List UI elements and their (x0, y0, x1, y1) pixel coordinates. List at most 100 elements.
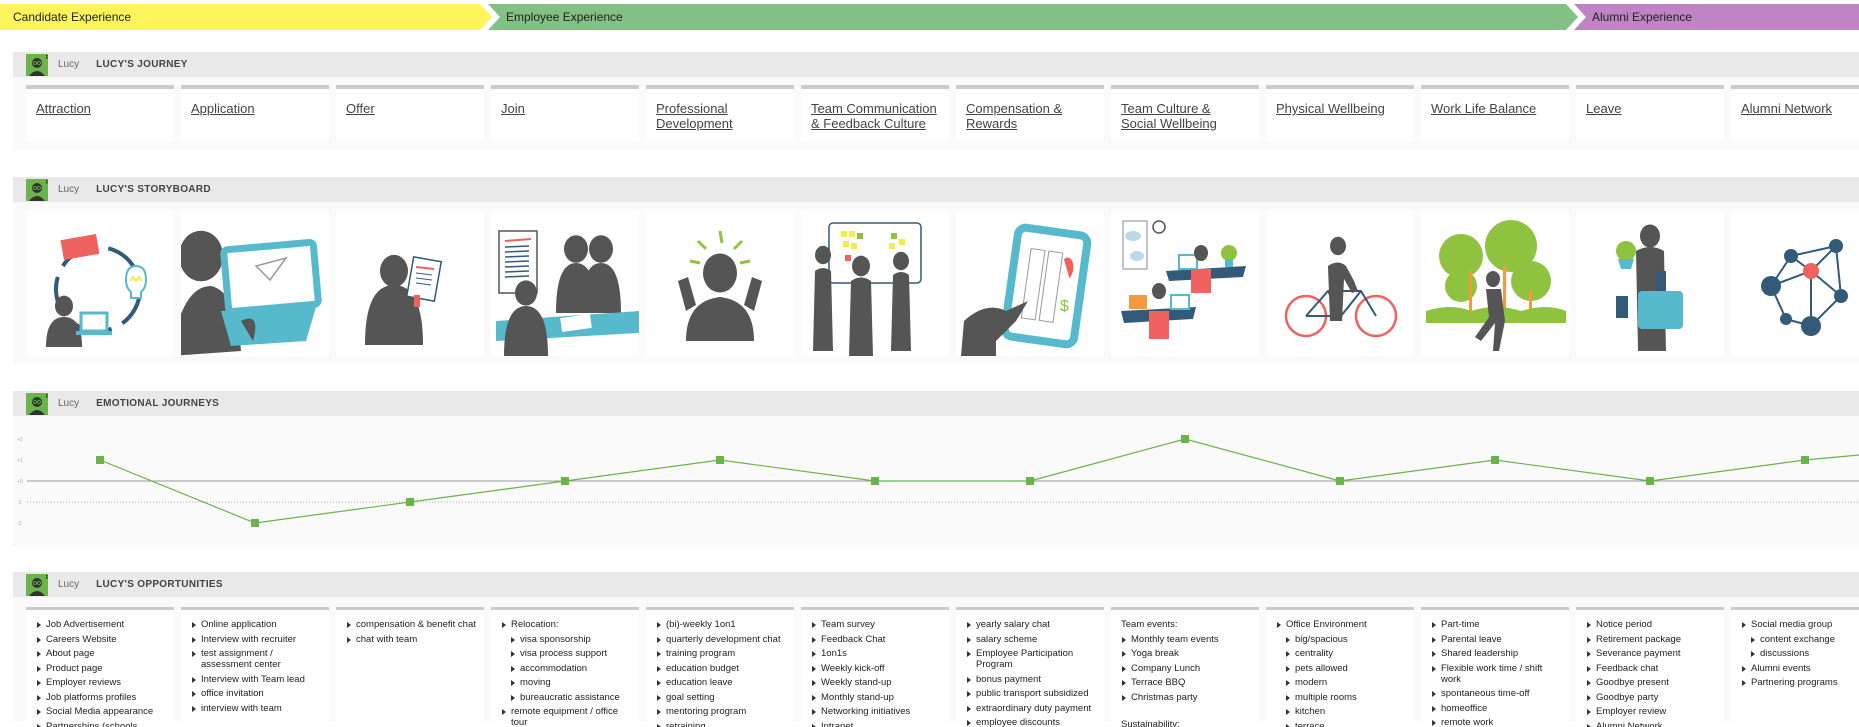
opportunity-item: homeoffice (1431, 703, 1561, 714)
person-reading-contract-illustration-icon (336, 211, 484, 356)
opportunity-item: Monthly stand-up (811, 692, 941, 703)
opportunity-item: bonus payment (966, 674, 1096, 685)
emotional-journey-section: Lucy EMOTIONAL JOURNEYS +2+1+0-1-2 (13, 391, 1859, 547)
journey-stage-link[interactable]: Attraction (36, 101, 164, 116)
persona-face-icon (26, 574, 48, 596)
opportunity-item: bureaucratic assistance (510, 692, 631, 703)
opportunity-item: moving (510, 677, 631, 688)
storyboard-scene-card[interactable] (491, 211, 639, 356)
journey-stage-link[interactable]: Alumni Network (1741, 101, 1859, 116)
y-tick-label: +2 (17, 437, 23, 443)
opportunity-item: visa process support (510, 648, 631, 659)
journey-stage-link[interactable]: Team Communication & Feedback Culture (811, 101, 939, 131)
opportunity-list: Team surveyFeedback Chat1on1sWeekly kick… (811, 619, 941, 727)
emotion-point[interactable] (1336, 477, 1344, 485)
opportunity-item: multiple rooms (1285, 692, 1406, 703)
opportunity-item: quarterly development chat (656, 634, 786, 645)
journey-stage-card: Work Life Balance (1421, 85, 1569, 141)
journey-stage-link[interactable]: Leave (1586, 101, 1714, 116)
storyboard-scene-card[interactable] (646, 211, 794, 356)
opportunity-item: Social media group (1741, 619, 1859, 630)
journey-stage-link[interactable]: Team Culture & Social Wellbeing (1121, 101, 1249, 131)
storyboard-scene-card[interactable] (801, 211, 949, 356)
journey-stage-link[interactable]: Physical Wellbeing (1276, 101, 1404, 116)
person-cheering-illustration-icon (646, 211, 794, 356)
emotion-point[interactable] (561, 477, 569, 485)
person-laptop-research-cycle-illustration-icon (26, 211, 174, 356)
team-sticky-notes-board-illustration-icon (801, 211, 949, 356)
opportunity-item: Company Lunch (1121, 663, 1251, 674)
emotion-point[interactable] (871, 477, 879, 485)
opportunity-item: Job platforms profiles (36, 692, 166, 703)
opportunity-list: yearly salary chatsalary schemeEmployee … (966, 619, 1096, 727)
section-title: LUCY'S STORYBOARD (96, 184, 211, 195)
opportunity-item: Shared leadership (1431, 648, 1561, 659)
phase-bar: Candidate Experience Employee Experience… (0, 4, 1859, 30)
journey-stage-link[interactable]: Application (191, 101, 319, 116)
opportunity-item: Relocation: (501, 619, 631, 630)
opportunity-item: compensation & benefit chat (346, 619, 476, 630)
journey-stage-card: Offer (336, 85, 484, 141)
emotion-point[interactable] (96, 456, 104, 464)
storyboard-scene-card[interactable] (26, 211, 174, 356)
storyboard-scene-card[interactable] (1111, 211, 1259, 356)
storyboard-scene-card[interactable] (1731, 211, 1859, 356)
persona-name: Lucy (58, 398, 79, 409)
emotion-point[interactable] (251, 519, 259, 527)
opportunity-item: interview with team (191, 703, 321, 714)
persona-avatar[interactable] (26, 574, 48, 596)
phase-employee-experience[interactable]: Employee Experience (488, 4, 1578, 30)
opportunity-card: Job AdvertisementCareers WebsiteAbout pa… (26, 607, 174, 727)
opportunity-item: Notice period (1586, 619, 1716, 630)
storyboard-scene-card[interactable] (181, 211, 329, 356)
journey-stage-link[interactable]: Offer (346, 101, 474, 116)
journey-stage-card: Attraction (26, 85, 174, 141)
opportunity-item: (bi)-weekly 1on1 (656, 619, 786, 630)
emotion-point[interactable] (1491, 456, 1499, 464)
opportunity-item: Social Media appearance (36, 706, 166, 717)
journey-stage-card: Application (181, 85, 329, 141)
opportunity-item: Partnering programs (1741, 677, 1859, 688)
opportunity-list: compensation & benefit chatchat with tea… (346, 619, 476, 645)
journey-stage-link[interactable]: Professional Development (656, 101, 784, 131)
opportunity-card: Team events:Monthly team eventsYoga brea… (1111, 607, 1259, 727)
opportunities-section: Lucy LUCY'S OPPORTUNITIES Job Advertisem… (13, 572, 1859, 721)
y-tick-label: +0 (17, 479, 23, 485)
opportunity-list: Part-timeParental leaveShared leadership… (1431, 619, 1561, 727)
journey-stage-link[interactable]: Join (501, 101, 629, 116)
emotion-point[interactable] (1026, 477, 1034, 485)
journey-section: Lucy LUCY'S JOURNEY AttractionApplicatio… (13, 52, 1859, 150)
emotion-point[interactable] (716, 456, 724, 464)
phase-candidate-experience[interactable]: Candidate Experience (0, 4, 492, 30)
storyboard-scene-card[interactable] (1576, 211, 1724, 356)
emotion-point[interactable] (406, 498, 414, 506)
emotion-point[interactable] (1801, 456, 1809, 464)
opportunity-card: Team surveyFeedback Chat1on1sWeekly kick… (801, 607, 949, 727)
opportunity-item: office invitation (191, 688, 321, 699)
opportunity-item: Part-time (1431, 619, 1561, 630)
opportunity-item: Online application (191, 619, 321, 630)
opportunity-item: modern (1285, 677, 1406, 688)
opportunity-card: yearly salary chatsalary schemeEmployee … (956, 607, 1104, 727)
emotion-point[interactable] (1646, 477, 1654, 485)
persona-avatar[interactable] (26, 393, 48, 415)
opportunity-item: big/spacious (1285, 634, 1406, 645)
persona-avatar[interactable] (26, 54, 48, 76)
journey-stage-card: Alumni Network (1731, 85, 1859, 141)
opportunity-item: discussions (1750, 648, 1859, 659)
persona-avatar[interactable] (26, 179, 48, 201)
storyboard-scene-card[interactable] (1421, 211, 1569, 356)
opportunity-item: Job Advertisement (36, 619, 166, 630)
storyboard-scene-card[interactable] (336, 211, 484, 356)
storyboard-scene-card[interactable] (1266, 211, 1414, 356)
person-cycling-illustration-icon (1266, 211, 1414, 356)
opportunity-item: education leave (656, 677, 786, 688)
svg-text:$: $ (1060, 298, 1069, 315)
opportunity-item: Weekly kick-off (811, 663, 941, 674)
phase-alumni-experience[interactable]: Alumni Experience (1574, 4, 1859, 30)
storyboard-scene-card[interactable]: $ (956, 211, 1104, 356)
journey-stage-link[interactable]: Work Life Balance (1431, 101, 1559, 116)
emotion-point[interactable] (1181, 435, 1189, 443)
person-laptop-send-illustration-icon (181, 211, 329, 356)
journey-stage-link[interactable]: Compensation & Rewards (966, 101, 1094, 131)
